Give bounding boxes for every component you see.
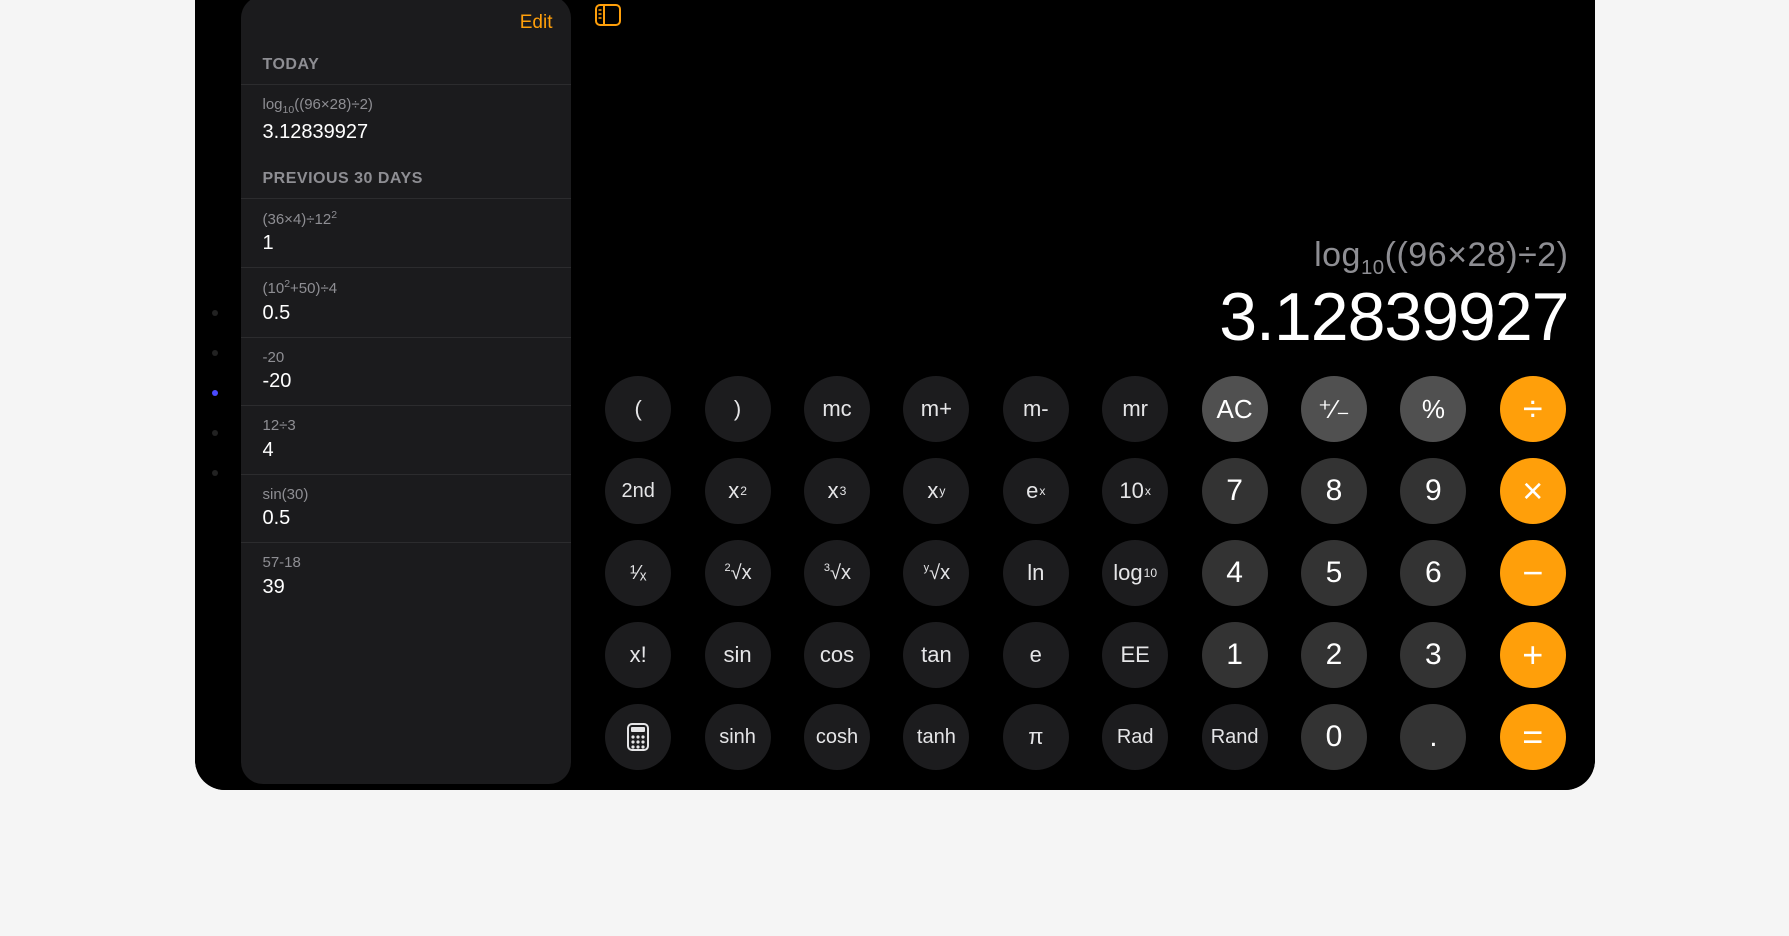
key-ex[interactable]: ex <box>1003 458 1069 524</box>
key-mc[interactable]: mc <box>804 376 870 442</box>
key-recip[interactable]: ¹⁄ₓ <box>605 540 671 606</box>
key-sqrt[interactable]: 2√x <box>705 540 771 606</box>
key-tanh[interactable]: tanh <box>903 704 969 770</box>
key-tenx[interactable]: 10x <box>1102 458 1168 524</box>
key-xcb[interactable]: x3 <box>804 458 870 524</box>
key-six[interactable]: 6 <box>1400 540 1466 606</box>
key-tan[interactable]: tan <box>903 622 969 688</box>
key-equals[interactable]: = <box>1500 704 1566 770</box>
history-item-result: 3.12839927 <box>263 120 549 144</box>
key-eight[interactable]: 8 <box>1301 458 1367 524</box>
key-xy[interactable]: xy <box>903 458 969 524</box>
device-frame: Edit TODAYlog10((96×28)÷2)3.12839927PREV… <box>195 0 1595 790</box>
key-rand[interactable]: Rand <box>1202 704 1268 770</box>
history-item-result: 1 <box>263 231 549 255</box>
history-item-result: 4 <box>263 438 549 462</box>
key-fact[interactable]: x! <box>605 622 671 688</box>
device-bezel <box>195 0 235 790</box>
history-item-expression: 57-18 <box>263 553 549 573</box>
history-item[interactable]: 57-1839 <box>241 542 571 611</box>
key-basic[interactable] <box>605 704 671 770</box>
history-item[interactable]: -20-20 <box>241 337 571 406</box>
history-item[interactable]: log10((96×28)÷2)3.12839927 <box>241 84 571 156</box>
key-lparen[interactable]: ( <box>605 376 671 442</box>
key-log10[interactable]: log10 <box>1102 540 1168 606</box>
calculator-display: log10((96×28)÷2) 3.12839927 <box>581 32 1591 370</box>
key-two[interactable]: 2 <box>1301 622 1367 688</box>
key-ee[interactable]: EE <box>1102 622 1168 688</box>
key-pi[interactable]: π <box>1003 704 1069 770</box>
key-nine[interactable]: 9 <box>1400 458 1466 524</box>
history-item-expression: 12÷3 <box>263 416 549 436</box>
key-mplus[interactable]: m+ <box>903 376 969 442</box>
display-expression: log10((96×28)÷2) <box>1314 236 1568 280</box>
key-sin[interactable]: sin <box>705 622 771 688</box>
key-xsq[interactable]: x2 <box>705 458 771 524</box>
key-multiply[interactable]: × <box>1500 458 1566 524</box>
key-mr[interactable]: mr <box>1102 376 1168 442</box>
history-item-expression: log10((96×28)÷2) <box>263 95 549 118</box>
key-percent[interactable]: % <box>1400 376 1466 442</box>
sidebar-toggle-icon[interactable] <box>595 4 621 26</box>
history-item-result: 0.5 <box>263 301 549 325</box>
key-cos[interactable]: cos <box>804 622 870 688</box>
history-section-title: PREVIOUS 30 DAYS <box>241 156 571 198</box>
display-result: 3.12839927 <box>1219 278 1568 356</box>
edit-button[interactable]: Edit <box>520 12 553 34</box>
key-rad[interactable]: Rad <box>1102 704 1168 770</box>
key-one[interactable]: 1 <box>1202 622 1268 688</box>
history-item[interactable]: (102+50)÷40.5 <box>241 267 571 337</box>
key-negate[interactable]: ⁺∕₋ <box>1301 376 1367 442</box>
key-rparen[interactable]: ) <box>705 376 771 442</box>
history-item-expression: (36×4)÷122 <box>263 209 549 230</box>
key-e[interactable]: e <box>1003 622 1069 688</box>
key-divide[interactable]: ÷ <box>1500 376 1566 442</box>
key-ln[interactable]: ln <box>1003 540 1069 606</box>
key-sinh[interactable]: sinh <box>705 704 771 770</box>
key-three[interactable]: 3 <box>1400 622 1466 688</box>
history-item-expression: -20 <box>263 348 549 368</box>
key-plus[interactable]: + <box>1500 622 1566 688</box>
key-four[interactable]: 4 <box>1202 540 1268 606</box>
key-ac[interactable]: AC <box>1202 376 1268 442</box>
history-item-expression: sin(30) <box>263 485 549 505</box>
history-item-result: -20 <box>263 369 549 393</box>
history-item-result: 39 <box>263 575 549 599</box>
key-dot[interactable]: . <box>1400 704 1466 770</box>
history-item[interactable]: sin(30)0.5 <box>241 474 571 543</box>
key-cbrt[interactable]: 3√x <box>804 540 870 606</box>
history-item[interactable]: 12÷34 <box>241 405 571 474</box>
history-item[interactable]: (36×4)÷1221 <box>241 198 571 268</box>
key-mminus[interactable]: m- <box>1003 376 1069 442</box>
key-zero[interactable]: 0 <box>1301 704 1367 770</box>
calculator-area: log10((96×28)÷2) 3.12839927 () mc m+ m-mr AC… <box>577 0 1595 790</box>
key-second[interactable]: 2nd <box>605 458 671 524</box>
key-five[interactable]: 5 <box>1301 540 1367 606</box>
key-minus[interactable]: − <box>1500 540 1566 606</box>
key-yroot[interactable]: y√x <box>903 540 969 606</box>
keypad: () mc m+ m-mr AC ⁺∕₋% ÷ 2nd x2 x3 xyex 10x 789 × ¹⁄ₓ 2√… <box>581 370 1591 782</box>
key-seven[interactable]: 7 <box>1202 458 1268 524</box>
history-item-expression: (102+50)÷4 <box>263 278 549 299</box>
key-cosh[interactable]: cosh <box>804 704 870 770</box>
history-section-title: TODAY <box>241 42 571 84</box>
history-item-result: 0.5 <box>263 506 549 530</box>
history-panel: Edit TODAYlog10((96×28)÷2)3.12839927PREV… <box>241 0 571 784</box>
